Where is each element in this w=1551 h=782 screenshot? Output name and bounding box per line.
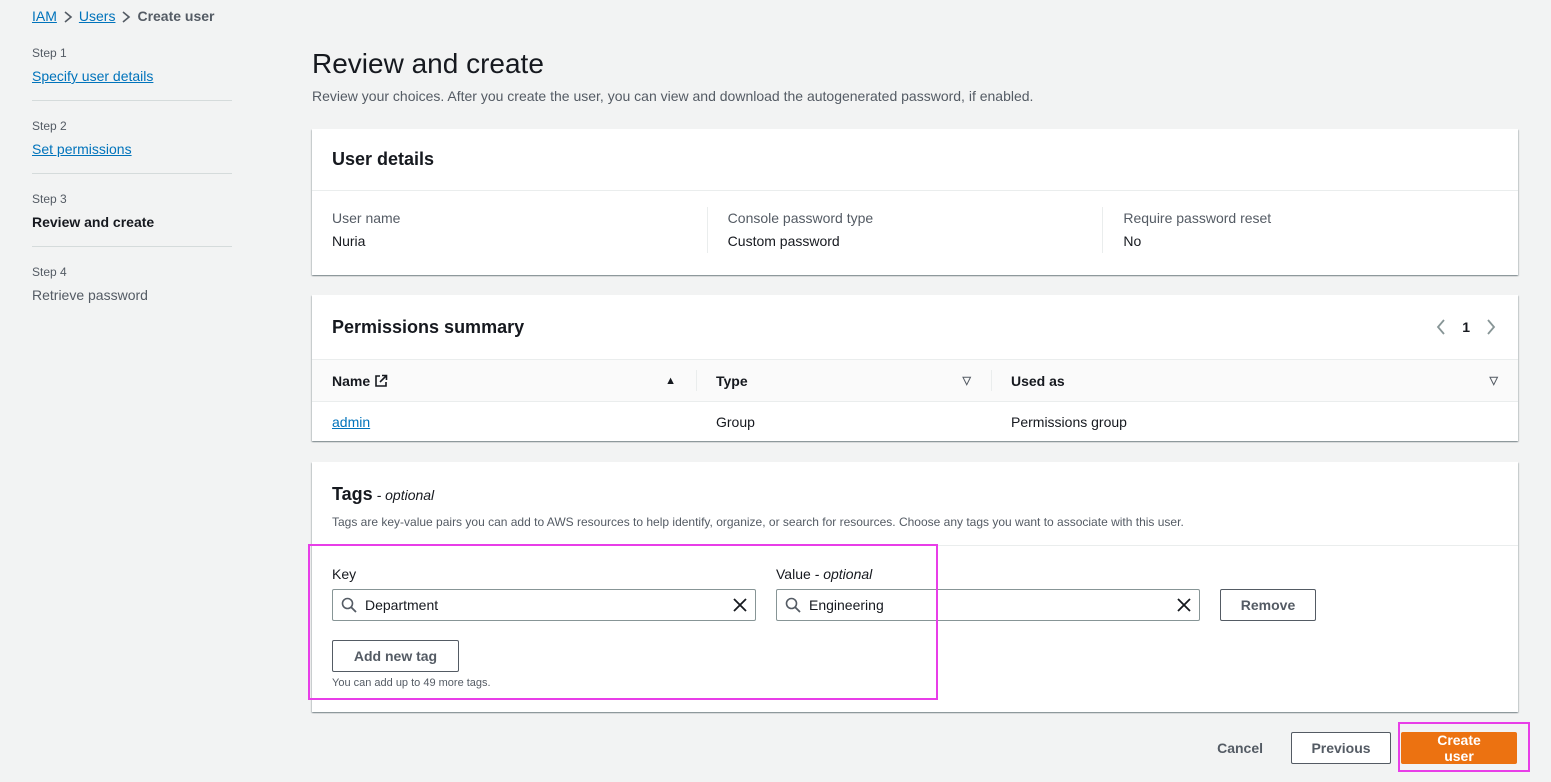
page-number[interactable]: 1 [1462, 319, 1470, 335]
column-label: Type [716, 372, 748, 389]
sort-icon[interactable]: ▽ [1490, 374, 1498, 387]
key-label: Key [332, 566, 357, 582]
search-icon [341, 597, 357, 613]
tag-key-input[interactable]: Department [332, 589, 756, 621]
cell-type: Group [716, 413, 755, 430]
wizard-step-4: Step 4 Retrieve password [32, 263, 232, 319]
step-number: Step 3 [32, 192, 67, 206]
tag-value-value[interactable]: Engineering [801, 597, 1177, 613]
optional-label: - optional [376, 487, 435, 503]
password-type-field: Console password type Custom password [706, 207, 1103, 253]
close-icon[interactable] [1177, 598, 1191, 612]
breadcrumb-users[interactable]: Users [79, 8, 116, 24]
wizard-step-3: Step 3 Review and create [32, 190, 232, 247]
wizard-steps: Step 1 Specify user details Step 2 Set p… [32, 44, 232, 335]
tag-key-value[interactable]: Department [357, 597, 733, 613]
panel-title: Permissions summary [332, 316, 525, 337]
close-icon[interactable] [733, 598, 747, 612]
permissions-table: Name ▲ Type ▽ Used as ▽ admin Group Perm… [312, 359, 1518, 442]
permissions-summary-panel: Permissions summary 1 Name ▲ Type ▽ Used… [312, 295, 1518, 441]
tags-limit-text: You can add up to 49 more tags. [332, 677, 491, 689]
breadcrumb-current: Create user [137, 8, 215, 24]
breadcrumb: IAM Users Create user [32, 6, 215, 26]
breadcrumb-iam[interactable]: IAM [32, 8, 57, 24]
panel-title: Tags [332, 484, 373, 504]
group-link-admin[interactable]: admin [332, 414, 370, 430]
step-label-current: Review and create [32, 214, 155, 230]
main-header: Review and create Review your choices. A… [312, 44, 1518, 106]
step-link-set-permissions[interactable]: Set permissions [32, 139, 232, 159]
external-link-icon [370, 373, 388, 389]
chevron-left-icon[interactable] [1434, 318, 1448, 336]
password-reset-field: Require password reset No [1102, 207, 1498, 253]
step-label-disabled: Retrieve password [32, 287, 148, 303]
pagination: 1 [1434, 318, 1498, 336]
panel-header: Permissions summary 1 [312, 295, 1518, 359]
cancel-button[interactable]: Cancel [1199, 732, 1281, 764]
search-icon [785, 597, 801, 613]
add-tag-container: Add new tag [332, 640, 459, 672]
value-label-text: Value [776, 566, 811, 582]
field-key: User name [332, 210, 401, 226]
column-header-name[interactable]: Name ▲ [312, 359, 696, 402]
wizard-step-2: Step 2 Set permissions [32, 117, 232, 174]
table-row: admin Group Permissions group [312, 402, 1518, 442]
add-new-tag-button[interactable]: Add new tag [332, 640, 459, 672]
remove-tag-button[interactable]: Remove [1220, 589, 1316, 621]
tag-row: Key Department Value - optional Engineer… [332, 564, 1316, 621]
column-label: Name [332, 372, 371, 389]
field-key: Require password reset [1123, 210, 1272, 226]
wizard-footer: Cancel Previous Create user [1199, 732, 1517, 764]
optional-label: - optional [814, 566, 873, 582]
field-key: Console password type [727, 210, 874, 226]
column-header-used-as[interactable]: Used as ▽ [991, 359, 1518, 402]
user-details-grid: User name Nuria Console password type Cu… [312, 191, 1518, 253]
tags-description: Tags are key-value pairs you can add to … [332, 515, 1184, 529]
user-name-field: User name Nuria [332, 207, 707, 253]
create-user-button[interactable]: Create user [1401, 732, 1517, 764]
page-title: Review and create [312, 48, 544, 79]
panel-header: Tags - optional Tags are key-value pairs… [312, 462, 1518, 546]
tag-value-input[interactable]: Engineering [776, 589, 1200, 621]
step-number: Step 2 [32, 119, 67, 133]
chevron-right-icon [57, 8, 79, 24]
wizard-step-1: Step 1 Specify user details [32, 44, 232, 101]
field-value: Nuria [332, 233, 366, 249]
sort-icon[interactable]: ▽ [963, 374, 971, 387]
user-details-panel: User details User name Nuria Console pas… [312, 129, 1518, 275]
step-number: Step 1 [32, 46, 67, 60]
chevron-right-icon[interactable] [1484, 318, 1498, 336]
step-link-specify-user-details[interactable]: Specify user details [32, 66, 232, 86]
cell-used-as: Permissions group [1011, 413, 1127, 430]
page-description: Review your choices. After you create th… [312, 88, 1034, 104]
tag-key-field: Key Department [332, 564, 756, 621]
sort-ascending-icon[interactable]: ▲ [665, 375, 676, 387]
value-label: Value - optional [776, 564, 1200, 584]
tags-panel: Tags - optional Tags are key-value pairs… [312, 462, 1518, 712]
panel-title: User details [332, 149, 435, 169]
chevron-right-icon [115, 8, 137, 24]
panel-header: User details [312, 129, 1518, 191]
field-value: No [1123, 233, 1142, 249]
tag-value-field: Value - optional Engineering [776, 564, 1200, 621]
column-header-type[interactable]: Type ▽ [696, 359, 991, 402]
field-value: Custom password [727, 233, 840, 249]
column-label: Used as [1011, 372, 1065, 389]
step-number: Step 4 [32, 265, 67, 279]
previous-button[interactable]: Previous [1291, 732, 1391, 764]
